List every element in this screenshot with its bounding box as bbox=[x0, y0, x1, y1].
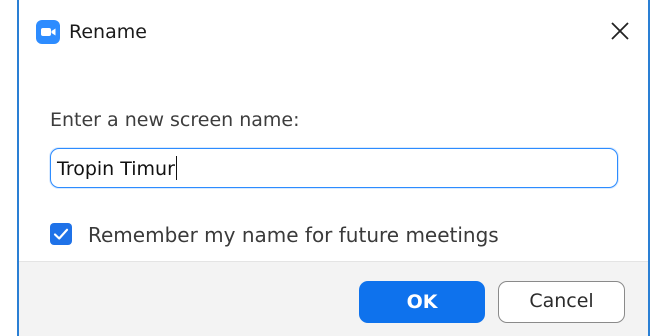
window-edge-right bbox=[648, 0, 650, 336]
remember-name-label[interactable]: Remember my name for future meetings bbox=[88, 222, 499, 248]
rename-dialog: Rename Enter a new screen name: Tropin T… bbox=[19, 0, 648, 336]
name-prompt-label: Enter a new screen name: bbox=[50, 109, 300, 131]
remember-name-checkbox[interactable] bbox=[50, 223, 72, 245]
checkmark-icon bbox=[53, 228, 69, 240]
close-icon bbox=[611, 22, 629, 40]
dialog-title: Rename bbox=[69, 21, 147, 43]
screen-name-value: Tropin Timur bbox=[57, 156, 178, 182]
dialog-footer: OK Cancel bbox=[19, 261, 648, 336]
zoom-camera-icon bbox=[36, 20, 60, 44]
screen-name-text: Tropin Timur bbox=[57, 158, 175, 180]
close-button[interactable] bbox=[605, 16, 635, 46]
cancel-button[interactable]: Cancel bbox=[498, 281, 625, 323]
text-caret bbox=[175, 156, 178, 180]
ok-button[interactable]: OK bbox=[359, 281, 485, 323]
screen-name-input[interactable]: Tropin Timur bbox=[50, 148, 618, 188]
screen: Rename Enter a new screen name: Tropin T… bbox=[0, 0, 654, 336]
title-bar: Rename bbox=[19, 0, 648, 66]
